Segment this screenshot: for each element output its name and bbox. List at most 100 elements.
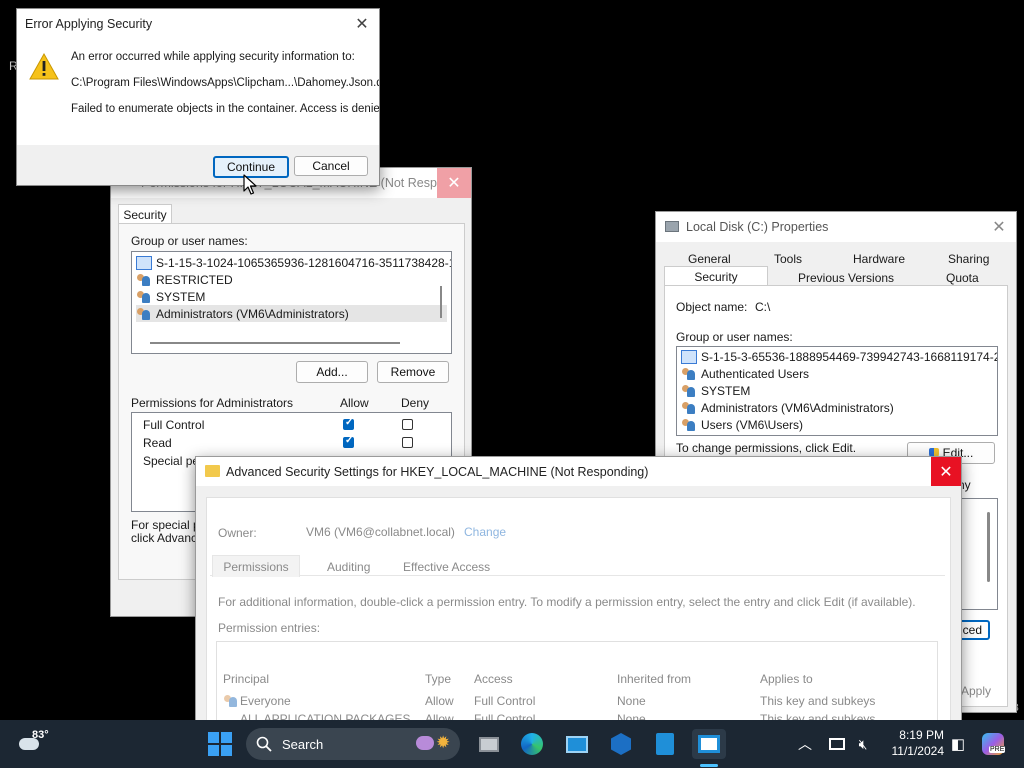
users-icon [681, 367, 697, 381]
allow-checkbox[interactable] [343, 417, 354, 430]
notification-icon[interactable]: ◧ [943, 729, 973, 759]
search-highlight-icon [416, 736, 434, 750]
close-icon[interactable]: ✕ [437, 168, 471, 198]
taskbar: 83° Search ✹ ︿ 🔇︎ 8:19 PM 11/1/2024 ◧ PR… [0, 720, 1024, 768]
users-icon [136, 307, 152, 321]
perm-read: Read [143, 436, 172, 450]
error-dialog: Error Applying Security ✕ An error occur… [16, 8, 380, 186]
close-icon[interactable]: ✕ [931, 457, 961, 486]
sid-icon [136, 255, 152, 270]
tab-tools[interactable]: Tools [774, 252, 802, 266]
object-name-label: Object name: [676, 300, 748, 314]
horizontal-scrollbar[interactable] [150, 342, 400, 344]
list-item[interactable]: Authenticated Users [681, 365, 993, 382]
vertical-scrollbar[interactable] [440, 286, 442, 318]
special-info-line2: click Advanc [131, 531, 198, 545]
copilot-badge: PRE [989, 746, 1006, 753]
tab-security[interactable]: Security [664, 266, 768, 287]
tab-general[interactable]: General [688, 252, 731, 266]
tab-hardware[interactable]: Hardware [853, 252, 905, 266]
advanced-title: Advanced Security Settings for HKEY_LOCA… [226, 465, 649, 479]
windows-logo-icon [208, 732, 232, 756]
deny-header: Deny [401, 396, 430, 410]
advanced-titlebar[interactable]: Advanced Security Settings for HKEY_LOCA… [196, 457, 961, 486]
tab-sharing[interactable]: Sharing [948, 252, 989, 266]
close-icon[interactable]: ✕ [982, 212, 1016, 242]
user-list[interactable]: S-1-15-3-1024-1065365936-1281604716-3511… [131, 251, 452, 354]
tab-previous-versions[interactable]: Previous Versions [798, 271, 894, 285]
weather-temp: 83° [32, 729, 49, 741]
advanced-security-window: Advanced Security Settings for HKEY_LOCA… [195, 456, 962, 738]
user-list[interactable]: S-1-15-3-65536-1888954469-739942743-1668… [676, 346, 998, 436]
chevron-up-icon[interactable]: ︿ [790, 729, 820, 759]
notepad-icon[interactable] [650, 729, 680, 759]
tab-effective-access[interactable]: Effective Access [403, 560, 490, 574]
clock[interactable]: 8:19 PM 11/1/2024 [880, 728, 945, 760]
copilot-icon[interactable]: PRE [978, 729, 1008, 759]
search-placeholder: Search [282, 737, 324, 752]
users-icon [136, 273, 152, 287]
table-cell[interactable]: This key and subkeys [760, 694, 875, 708]
list-item[interactable]: SYSTEM [136, 288, 447, 305]
info-text: For additional information, double-click… [218, 595, 916, 609]
edge-icon[interactable] [517, 729, 547, 759]
column-applies-to[interactable]: Applies to [760, 672, 813, 686]
column-inherited-from[interactable]: Inherited from [617, 672, 691, 686]
search-box[interactable]: Search ✹ [246, 728, 460, 760]
users-icon [681, 418, 697, 432]
apply-button[interactable]: Apply [961, 684, 991, 698]
column-principal[interactable]: Principal [223, 672, 269, 686]
owner-label: Owner: [218, 526, 257, 540]
deny-checkbox[interactable] [402, 437, 413, 448]
folder-icon [205, 465, 220, 477]
scrollbar[interactable] [987, 512, 990, 582]
search-icon [256, 736, 272, 752]
column-type[interactable]: Type [425, 672, 451, 686]
tab-strip [210, 553, 945, 576]
tab-quota[interactable]: Quota [946, 271, 979, 285]
azure-icon[interactable] [606, 729, 636, 759]
tab-auditing[interactable]: Auditing [327, 560, 370, 574]
weather-widget[interactable]: 83° [16, 728, 56, 760]
error-path: C:\Program Files\WindowsApps\Clipcham...… [71, 77, 380, 89]
list-item[interactable]: S-1-15-3-1024-1065365936-1281604716-3511… [136, 254, 451, 271]
drive-icon [665, 221, 679, 232]
start-button[interactable] [205, 729, 235, 759]
cancel-button[interactable]: Cancel [294, 156, 368, 176]
local-disk-titlebar[interactable]: Local Disk (C:) Properties ✕ [656, 212, 1016, 242]
group-names-label: Group or user names: [676, 330, 793, 344]
warning-icon [29, 53, 59, 80]
list-item[interactable]: Administrators (VM6\Administrators) [136, 305, 447, 322]
error-title: Error Applying Security [25, 17, 153, 31]
error-message-line1: An error occurred while applying securit… [71, 51, 355, 63]
table-cell[interactable]: None [617, 694, 646, 708]
active-app-icon[interactable] [692, 729, 726, 759]
list-item[interactable]: RESTRICTED [136, 271, 447, 288]
table-cell[interactable]: Allow [425, 694, 454, 708]
column-access[interactable]: Access [474, 672, 513, 686]
volume-muted-icon[interactable]: 🔇︎ [848, 729, 878, 759]
remove-button[interactable]: Remove [377, 361, 449, 383]
change-owner-link[interactable]: Change [464, 525, 506, 539]
deny-checkbox[interactable] [402, 419, 413, 430]
add-button[interactable]: Add... [296, 361, 368, 383]
tab-security[interactable]: Security [118, 204, 172, 224]
list-item[interactable]: Administrators (VM6\Administrators) [681, 399, 993, 416]
tab-permissions[interactable]: Permissions [212, 555, 300, 577]
remote-desktop-icon[interactable] [562, 729, 592, 759]
table-cell[interactable]: Full Control [474, 694, 535, 708]
active-app-indicator [700, 764, 718, 767]
sid-icon [681, 349, 697, 364]
list-item[interactable]: S-1-15-3-65536-1888954469-739942743-1668… [681, 348, 997, 365]
local-disk-title: Local Disk (C:) Properties [686, 220, 829, 234]
table-cell[interactable]: Everyone [240, 694, 291, 708]
close-icon[interactable]: ✕ [345, 9, 379, 39]
list-item[interactable]: SYSTEM [681, 382, 993, 399]
allow-checkbox[interactable] [343, 435, 354, 448]
list-item[interactable]: Users (VM6\Users) [681, 416, 993, 433]
clock-time: 8:19 PM [899, 728, 944, 742]
error-titlebar[interactable]: Error Applying Security ✕ [17, 9, 379, 39]
allow-header: Allow [340, 396, 369, 410]
users-icon [681, 401, 697, 415]
task-view-icon[interactable] [474, 729, 504, 759]
